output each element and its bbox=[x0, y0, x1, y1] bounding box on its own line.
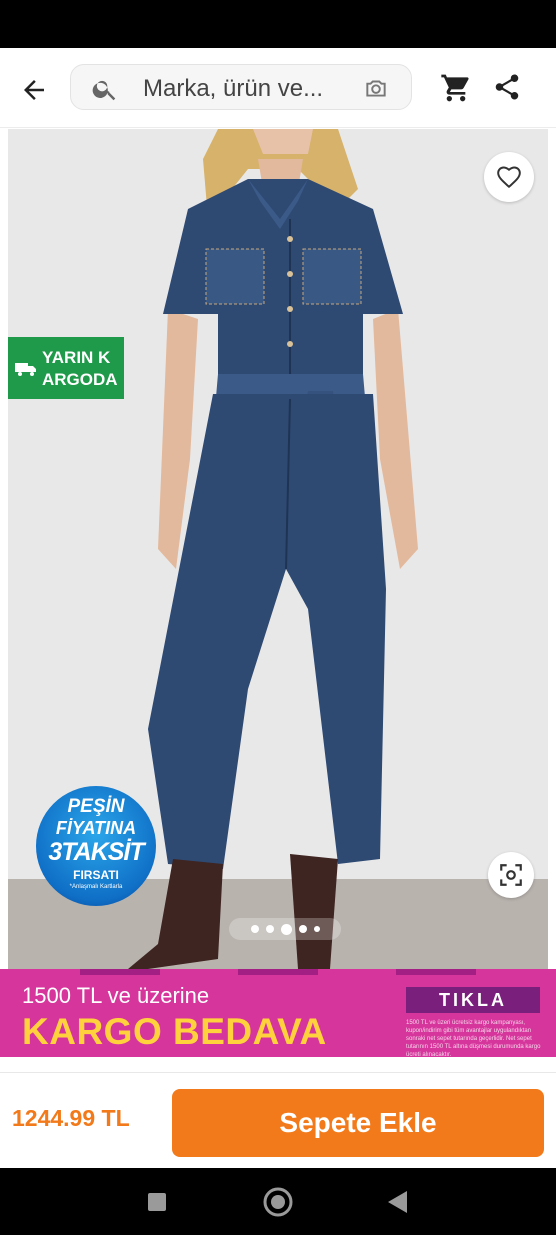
gallery-dot[interactable] bbox=[313, 926, 320, 932]
purchase-bar: 1244.99 TL Sepete Ekle bbox=[0, 1072, 556, 1168]
installment-line5: *Anlaşmalı Kartlarla bbox=[69, 884, 123, 890]
search-icon bbox=[92, 80, 116, 101]
add-to-cart-button[interactable]: Sepete Ekle bbox=[172, 1089, 544, 1157]
banner-line2: KARGO BEDAVA bbox=[22, 1011, 327, 1052]
home-icon[interactable] bbox=[262, 1186, 294, 1218]
installment-line4: FIRSATI bbox=[73, 868, 119, 882]
share-icon bbox=[495, 74, 519, 100]
installment-badge: PEŞİN FİYATINA 3TAKSİT FIRSATI *Anlaşmal… bbox=[36, 786, 156, 906]
gallery-dot-active[interactable] bbox=[280, 923, 292, 935]
cart-icon bbox=[441, 74, 469, 102]
installment-line2: FİYATINA bbox=[55, 818, 137, 838]
gallery-dot[interactable] bbox=[298, 925, 307, 933]
free-shipping-banner[interactable]: 1500 TL ve üzerine KARGO BEDAVA TIKLA 15… bbox=[0, 969, 556, 1057]
delivery-badge-line2: ARGODA bbox=[42, 370, 118, 389]
banner-fine-print: 1500 TL ve üzeri ücretsiz kargo kampanya… bbox=[406, 1020, 541, 1057]
banner-cta-button[interactable]: TIKLA bbox=[406, 987, 540, 1013]
share-button[interactable] bbox=[492, 72, 526, 108]
visual-search-icon bbox=[500, 864, 522, 886]
heart-icon bbox=[497, 166, 521, 189]
product-price: 1244.99 TL bbox=[12, 1105, 130, 1131]
installment-line3: 3TAKSİT bbox=[48, 838, 144, 866]
camera-search-icon[interactable] bbox=[363, 75, 389, 101]
gallery-dot[interactable] bbox=[250, 925, 259, 933]
top-header: Marka, ürün ve... bbox=[0, 48, 556, 128]
search-placeholder: Marka, ürün ve... bbox=[143, 75, 324, 102]
banner-line1: 1500 TL ve üzerine bbox=[22, 983, 210, 1008]
product-image-gallery[interactable]: YARIN K ARGODA PEŞİN FİYATINA 3TAKSİT FI… bbox=[8, 129, 548, 969]
delivery-badge-line1: YARIN K bbox=[42, 348, 111, 367]
truck-icon bbox=[15, 363, 36, 376]
search-bar[interactable]: Marka, ürün ve... bbox=[70, 64, 412, 110]
status-bar bbox=[0, 0, 556, 48]
back-button[interactable] bbox=[14, 70, 54, 110]
gallery-pagination bbox=[229, 918, 341, 940]
back-nav-icon[interactable] bbox=[386, 1190, 408, 1214]
arrow-left-icon bbox=[24, 80, 44, 100]
system-navigation-bar bbox=[0, 1168, 556, 1235]
favorite-button[interactable] bbox=[484, 152, 534, 202]
visual-search-button[interactable] bbox=[488, 852, 534, 898]
cart-button[interactable] bbox=[440, 72, 476, 108]
recents-icon[interactable] bbox=[147, 1192, 167, 1212]
next-day-delivery-badge: YARIN K ARGODA bbox=[8, 337, 124, 399]
installment-line1: PEŞİN bbox=[67, 796, 125, 817]
gallery-dot[interactable] bbox=[265, 925, 274, 933]
